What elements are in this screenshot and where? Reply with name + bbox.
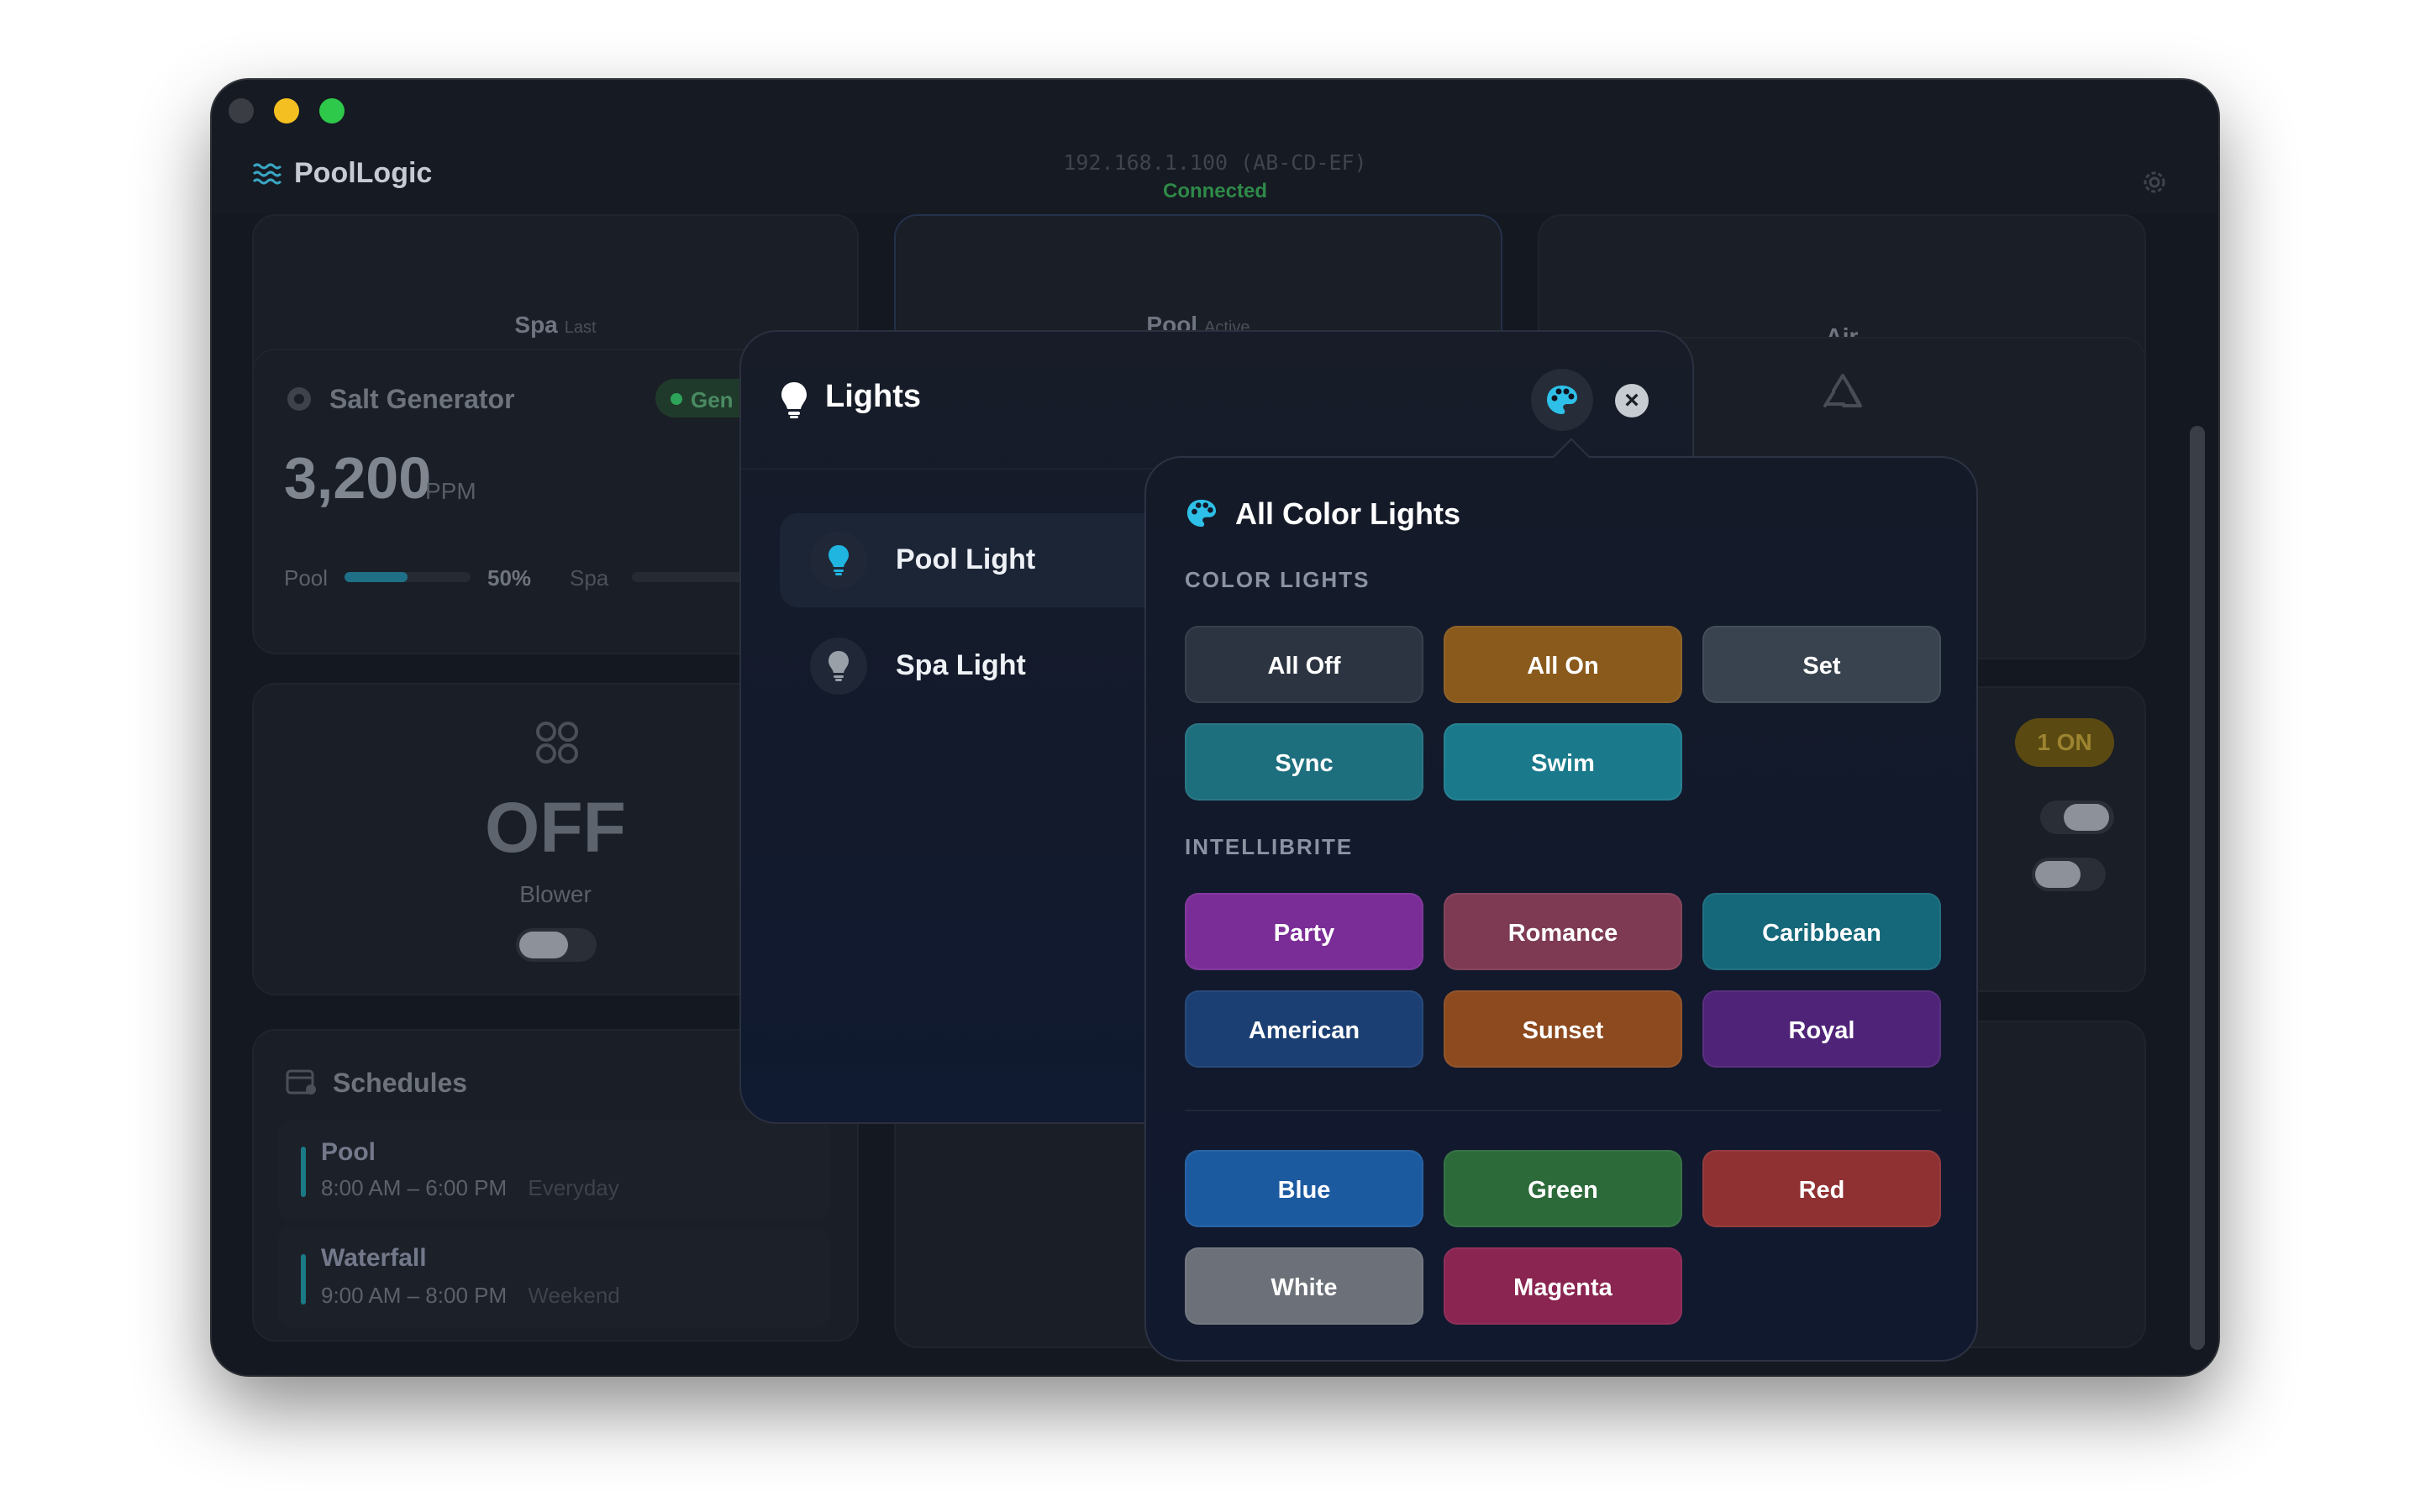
romance-button[interactable]: Romance [1444,893,1682,970]
color-palette-button[interactable] [1531,369,1593,431]
pool-light-icon-wrap [810,532,867,589]
all-on-button[interactable]: All On [1444,626,1682,703]
sunset-button[interactable]: Sunset [1444,990,1682,1068]
schedule-days: Everyday [528,1175,619,1200]
schedules-title: Schedules [333,1068,468,1098]
salt-title: Salt Generator [329,384,515,414]
schedule-item[interactable]: Pool 8:00 AM – 6:00 PM Everyday [277,1120,830,1221]
tab-spa-sub: Last [564,318,597,337]
lights-header: Lights × [741,332,1692,470]
caribbean-button[interactable]: Caribbean [1702,893,1941,970]
scrollbar[interactable] [2190,426,2205,1350]
salt-value: 3,200 [284,445,432,511]
party-button[interactable]: Party [1185,893,1423,970]
palette-icon [1186,499,1217,528]
schedule-item[interactable]: Waterfall 9:00 AM – 8:00 PM Weekend [277,1227,830,1328]
schedule-time: 8:00 AM – 6:00 PM [321,1175,508,1200]
toggle-knob [2035,861,2081,888]
green-button[interactable]: Green [1444,1150,1682,1227]
connection-info: 192.168.1.100 (AB-CD-EF) Connected [212,150,2218,203]
salt-badge-label: Gen [691,387,734,412]
salt-unit: PPM [425,478,476,504]
tab-spa-label: Spa [514,312,558,338]
section-label-intellibrite: INTELLIBRITE [1185,834,1354,859]
magenta-button[interactable]: Magenta [1444,1247,1682,1325]
circuit-toggle[interactable] [2040,801,2114,834]
blue-button[interactable]: Blue [1185,1150,1423,1227]
all-color-lights-popover: All Color Lights COLOR LIGHTS All Off All… [1144,438,1978,1362]
popover-title: All Color Lights [1235,496,1460,531]
sync-button[interactable]: Sync [1185,723,1423,801]
bulb-icon [829,545,849,575]
all-off-button[interactable]: All Off [1185,626,1423,703]
light-name: Pool Light [896,543,1036,575]
window-minimize-button[interactable] [274,98,299,123]
schedule-name: Waterfall [321,1244,427,1272]
recycle-icon [1823,374,1862,407]
window-close-button[interactable] [229,98,254,123]
salt-pool-progress [345,572,471,582]
bulb-icon [781,382,807,418]
connection-address: 192.168.1.100 (AB-CD-EF) [1063,150,1367,175]
blower-icon [536,722,578,764]
swim-button[interactable]: Swim [1444,723,1682,801]
salt-icon [287,387,311,411]
white-button[interactable]: White [1185,1247,1423,1325]
window-maximize-button[interactable] [319,98,345,123]
calendar-icon [286,1069,316,1095]
salt-pool-progress-fill [345,572,408,582]
title-bar: PoolLogic 192.168.1.100 (AB-CD-EF) Conne… [212,80,2218,214]
toggle-knob [2064,804,2109,831]
status-dot [671,393,682,405]
gear-icon[interactable] [2139,167,2170,197]
blower-toggle[interactable] [516,928,597,962]
circuit-toggle[interactable] [2032,858,2106,891]
salt-pool-percent: 50% [487,565,532,591]
schedule-days: Weekend [528,1283,620,1308]
circuits-on-badge: 1 ON [2015,718,2114,767]
red-button[interactable]: Red [1702,1150,1941,1227]
schedule-name: Pool [321,1138,376,1166]
close-button[interactable]: × [1615,384,1649,417]
palette-icon [1547,386,1577,414]
lights-title: Lights [825,379,921,414]
connection-status: Connected [1162,180,1267,202]
schedule-accent [301,1254,306,1305]
light-name: Spa Light [896,649,1026,681]
bulb-icon [829,651,849,681]
toggle-knob [519,932,568,958]
salt-pool-label: Pool [284,565,329,591]
divider [1185,1110,1941,1111]
close-icon: × [1624,386,1639,414]
section-label-color-lights: COLOR LIGHTS [1185,567,1370,592]
schedule-time: 9:00 AM – 8:00 PM [321,1283,508,1308]
set-button[interactable]: Set [1702,626,1941,703]
schedule-accent [301,1147,306,1197]
salt-spa-label: Spa [570,565,609,591]
american-button[interactable]: American [1185,990,1423,1068]
royal-button[interactable]: Royal [1702,990,1941,1068]
spa-light-icon-wrap [810,638,867,695]
